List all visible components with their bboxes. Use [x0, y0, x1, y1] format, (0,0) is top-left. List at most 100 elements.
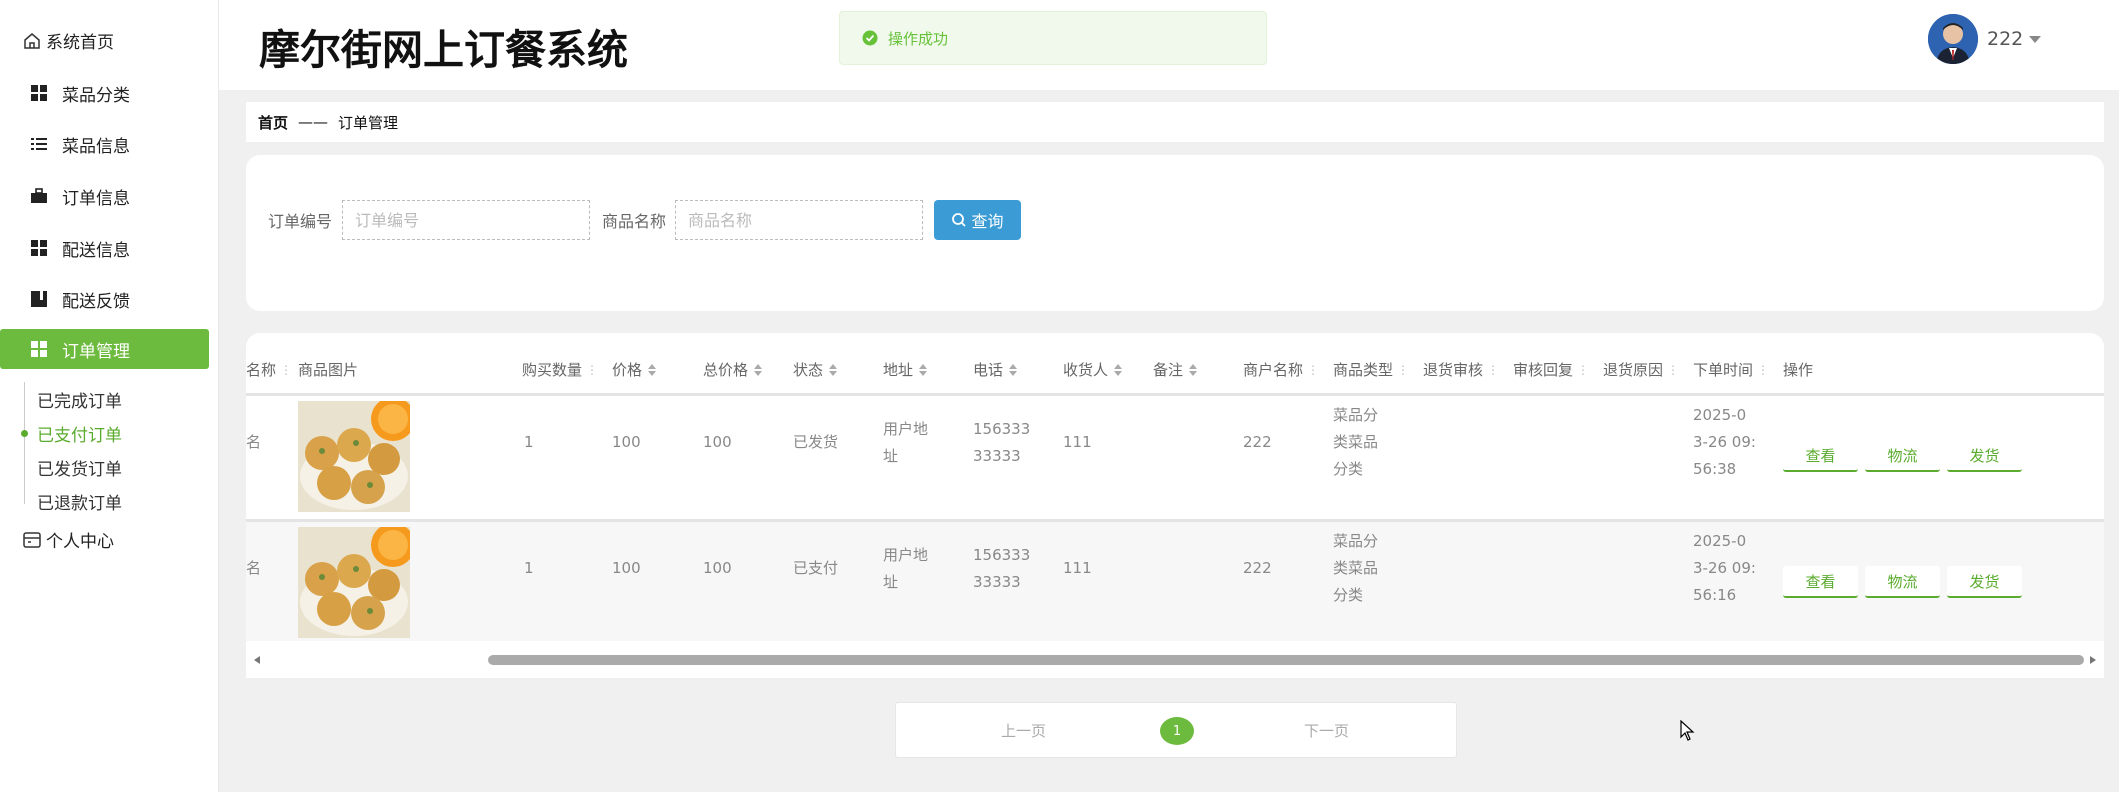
grid-icon	[31, 85, 47, 101]
submenu-refunded-orders[interactable]: 已退款订单	[25, 484, 122, 518]
cell-qty: 1	[524, 433, 534, 451]
submenu-completed-orders[interactable]: 已完成订单	[25, 382, 122, 416]
logistics-button[interactable]: 物流	[1865, 440, 1940, 472]
col-name: 名称 ⋮	[246, 361, 293, 379]
sidebar-item-order-info[interactable]: 订单信息	[0, 176, 209, 216]
cell-name: 名	[246, 559, 262, 577]
ship-button[interactable]: 发货	[1947, 440, 2022, 472]
sidebar-item-label: 订单信息	[62, 188, 130, 209]
cell-name: 名	[246, 433, 262, 451]
page-number-current[interactable]: 1	[1160, 717, 1194, 745]
list-icon	[31, 138, 47, 150]
col-image: 商品图片	[298, 361, 359, 379]
horizontal-scrollbar[interactable]	[246, 651, 2104, 669]
cell-price: 100	[612, 433, 641, 451]
table-row: 名 1 100 100 已发货 用户地址 156333 33333 111 222…	[246, 393, 2104, 515]
cell-address: 用户地址	[883, 420, 929, 465]
col-address[interactable]: 地址	[883, 359, 928, 380]
col-status[interactable]: 状态	[793, 359, 838, 380]
scroll-left-icon[interactable]	[254, 656, 260, 664]
profile-card-icon	[23, 531, 41, 548]
cell-merchant: 222	[1243, 433, 1272, 451]
product-name-input[interactable]	[675, 200, 923, 240]
sidebar-item-dish-info[interactable]: 菜品信息	[0, 124, 209, 164]
ship-button[interactable]: 发货	[1947, 566, 2022, 598]
cell-address: 用户地址	[883, 546, 929, 591]
cell-merchant: 222	[1243, 559, 1272, 577]
search-button[interactable]: 查询	[934, 200, 1021, 240]
prev-page-button[interactable]: 上一页	[1001, 720, 1046, 741]
logistics-button[interactable]: 物流	[1865, 566, 1940, 598]
caret-down-icon	[2029, 35, 2042, 43]
grid-icon	[31, 240, 47, 256]
col-actions: 操作	[1783, 361, 1814, 379]
col-remark[interactable]: 备注	[1153, 359, 1198, 380]
toast-message: 操作成功	[888, 29, 949, 48]
avatar[interactable]	[1928, 14, 1978, 64]
view-button[interactable]: 查看	[1783, 566, 1858, 598]
breadcrumb: 首页 —— 订单管理	[246, 102, 2104, 142]
scrollbar-thumb[interactable]	[488, 655, 2084, 665]
sort-icon[interactable]	[1114, 363, 1123, 376]
sidebar-item-order-management[interactable]: 订单管理	[0, 329, 209, 369]
scroll-right-icon[interactable]	[2090, 656, 2096, 664]
sidebar-item-delivery-info[interactable]: 配送信息	[0, 228, 209, 268]
breadcrumb-separator: ——	[298, 113, 329, 131]
col-order-time[interactable]: 下单时间 ⋮	[1693, 359, 1769, 380]
col-return-review[interactable]: 退货审核 ⋮	[1423, 359, 1499, 380]
col-qty[interactable]: 购买数量 ⋮	[522, 359, 598, 380]
cell-phone: 156333 33333	[973, 546, 1031, 591]
cell-total: 100	[703, 559, 732, 577]
search-panel: 订单编号 商品名称 查询	[246, 155, 2104, 311]
grid-icon	[31, 341, 47, 357]
col-merchant[interactable]: 商户名称 ⋮	[1243, 359, 1319, 380]
cell-phone: 156333 33333	[973, 420, 1031, 465]
col-price[interactable]: 价格	[612, 359, 657, 380]
col-return-reason[interactable]: 退货原因 ⋮	[1603, 359, 1679, 380]
sort-icon[interactable]	[919, 363, 928, 376]
cell-category: 菜品分 类菜品 分类	[1333, 532, 1379, 604]
sidebar-item-label: 配送信息	[62, 240, 130, 261]
sidebar-item-personal-center[interactable]: 个人中心	[22, 527, 114, 552]
view-button[interactable]: 查看	[1783, 440, 1858, 472]
order-submenu: 已完成订单 已支付订单 已发货订单 已退款订单	[21, 382, 122, 514]
sort-icon[interactable]	[829, 363, 838, 376]
cell-price: 100	[612, 559, 641, 577]
cell-receiver: 111	[1063, 559, 1092, 577]
sort-icon[interactable]	[754, 363, 763, 376]
pagination: 上一页 1 下一页	[895, 702, 1457, 758]
food-image	[298, 401, 410, 512]
cell-receiver: 111	[1063, 433, 1092, 451]
col-total[interactable]: 总价格	[703, 359, 763, 380]
user-photo-icon	[1928, 14, 1978, 64]
sidebar-item-dish-category[interactable]: 菜品分类	[0, 73, 209, 113]
col-review-reply[interactable]: 审核回复 ⋮	[1513, 359, 1589, 380]
sidebar-home-label: 系统首页	[46, 33, 114, 53]
breadcrumb-current: 订单管理	[338, 113, 399, 132]
product-name-label: 商品名称	[602, 212, 667, 231]
check-circle-icon	[862, 30, 878, 46]
app-title: 摩尔街网上订餐系统	[259, 26, 628, 74]
table-header: 名称 ⋮ 商品图片 购买数量 ⋮ 价格 总价格 状态 地址 电话 收货人 备注 商户…	[246, 333, 2104, 393]
search-icon	[952, 213, 967, 227]
submenu-shipped-orders[interactable]: 已发货订单	[25, 450, 122, 484]
breadcrumb-home[interactable]: 首页	[258, 112, 288, 133]
col-category[interactable]: 商品类型 ⋮	[1333, 359, 1409, 380]
sidebar-item-delivery-feedback[interactable]: 配送反馈	[0, 279, 209, 319]
sort-icon[interactable]	[1009, 363, 1018, 376]
cell-status: 已发货	[793, 433, 839, 451]
sidebar: 系统首页 菜品分类 菜品信息 订单信息 配送信息 配送反馈 订单管理 已完成订单…	[0, 0, 219, 792]
order-no-input[interactable]	[342, 200, 590, 240]
col-phone[interactable]: 电话	[973, 359, 1018, 380]
book-icon	[31, 291, 47, 307]
col-receiver[interactable]: 收货人	[1063, 359, 1123, 380]
next-page-button[interactable]: 下一页	[1304, 720, 1349, 741]
sort-icon[interactable]	[648, 363, 657, 376]
submenu-paid-orders[interactable]: 已支付订单	[21, 416, 122, 450]
user-name: 222	[1987, 28, 2024, 50]
sort-icon[interactable]	[1189, 363, 1198, 376]
sidebar-item-home[interactable]: 系统首页	[22, 28, 114, 53]
user-menu[interactable]: 222	[1987, 28, 2042, 50]
search-button-label: 查询	[971, 212, 1004, 231]
cell-status: 已支付	[793, 559, 839, 577]
